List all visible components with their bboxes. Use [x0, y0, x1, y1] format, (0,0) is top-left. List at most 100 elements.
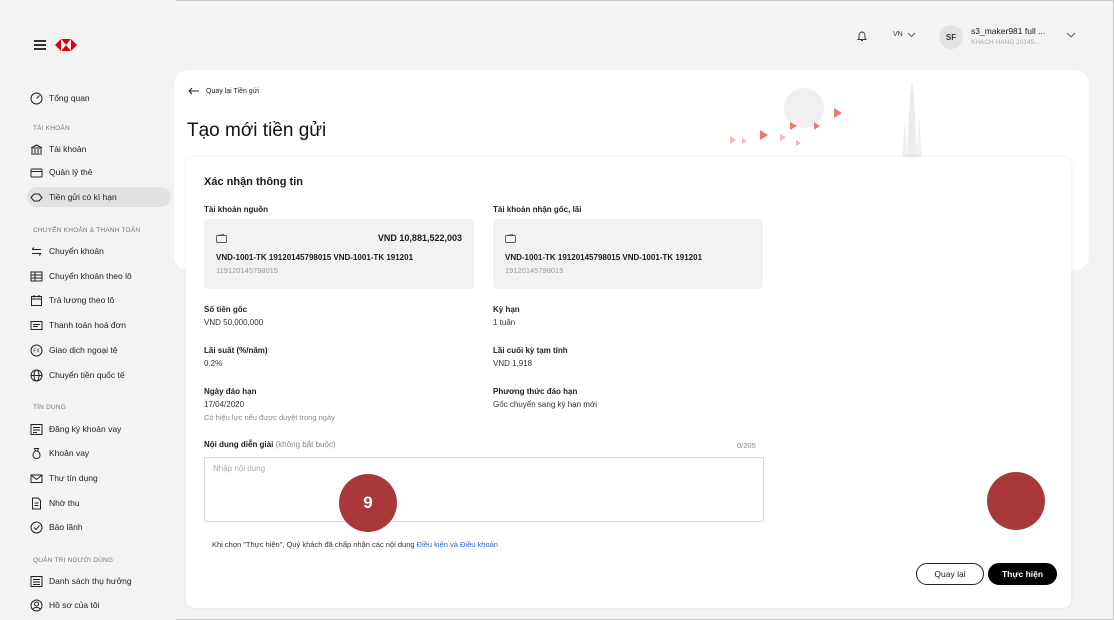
section-label-admin: QUẢN TRỊ NGƯỜI DÙNG — [33, 557, 114, 564]
sidebar-item-letter-credit[interactable]: Thư tín dụng — [30, 468, 98, 488]
terms-note-text: Khi chọn "Thực hiện", Quý khách đã chấp … — [212, 540, 415, 549]
terms-note: Khi chọn "Thực hiện", Quý khách đã chấp … — [212, 540, 498, 549]
avatar[interactable]: SF — [939, 25, 963, 49]
user-circle-icon — [30, 599, 43, 612]
bank-logo — [55, 39, 77, 51]
description-label: Nội dung diễn giải (không bắt buộc) — [204, 440, 336, 449]
svg-text:FX: FX — [33, 348, 40, 354]
dashboard-icon — [30, 92, 43, 105]
description-optional: (không bắt buộc) — [275, 440, 336, 449]
sidebar-item-label: Chuyển tiền quốc tế — [49, 370, 125, 380]
interest-rate-label: Lãi suất (%/năm) — [204, 346, 268, 355]
page-title: Tạo mới tiền gửi — [187, 120, 327, 141]
source-account-name: VND-1001-TK 19120145798015 VND-1001-TK 1… — [216, 253, 414, 262]
sidebar-item-guarantee[interactable]: Bảo lãnh — [30, 517, 83, 537]
description-input[interactable] — [204, 457, 764, 522]
receive-account-number: 19120145798015 — [505, 266, 564, 275]
description-label-text: Nội dung diễn giải — [204, 440, 274, 449]
maturity-method-label: Phương thức đáo hạn — [493, 387, 578, 396]
source-account-box: VND 10,881,522,003 VND-1001-TK 191201457… — [204, 219, 474, 289]
sidebar-item-profile[interactable]: Hồ sơ của tôi — [30, 595, 99, 615]
sidebar-item-overview[interactable]: Tổng quan — [30, 88, 90, 108]
maturity-date-note: Có hiệu lực nếu được duyệt trong ngày — [204, 413, 335, 422]
language-selector[interactable]: VN — [893, 31, 916, 38]
calendar-icon — [30, 294, 43, 307]
bill-icon — [30, 319, 43, 332]
sidebar-item-label: Quản lý thẻ — [49, 167, 93, 177]
receive-account-box: VND-1001-TK 19120145798015 VND-1001-TK 1… — [493, 219, 763, 289]
sidebar-item-label: Bảo lãnh — [49, 522, 83, 532]
sidebar-item-label: Tài khoản — [49, 144, 87, 154]
sidebar-item-cards[interactable]: Quản lý thẻ — [30, 162, 92, 182]
terms-link[interactable]: Điều kiện và Điều khoản — [417, 540, 498, 549]
sidebar-item-label: Chuyển khoản theo lô — [49, 271, 132, 281]
term-value: 1 tuần — [493, 318, 516, 327]
list-icon — [30, 575, 43, 588]
globe-icon — [30, 369, 43, 382]
bell-icon[interactable] — [856, 30, 868, 42]
step-number-badge: 9 — [339, 474, 397, 532]
wallet-icon — [216, 234, 227, 243]
language-value: VN — [893, 31, 903, 38]
interest-rate-value: 0.2% — [204, 359, 223, 368]
source-balance: VND 10,881,522,003 — [377, 233, 462, 243]
section-label-credit: TÍN DỤNG — [33, 404, 67, 411]
sidebar-item-loan-register[interactable]: Đăng ký khoản vay — [30, 419, 121, 439]
bank-icon — [30, 143, 43, 156]
user-name[interactable]: s3_maker981 full ... — [971, 26, 1045, 36]
principal-value: VND 50,000,000 — [204, 318, 264, 327]
sidebar-item-fx[interactable]: FX Giao dịch ngoại tệ — [30, 340, 118, 360]
sidebar-item-label: Thư tín dụng — [49, 473, 98, 483]
submit-button[interactable]: Thực hiện — [988, 563, 1057, 585]
sidebar-item-batch-transfer[interactable]: Chuyển khoản theo lô — [30, 266, 132, 286]
back-link-label: Quay lại Tiền gửi — [206, 87, 259, 95]
form-icon — [30, 423, 43, 436]
sidebar-item-payroll[interactable]: Trả lương theo lô — [30, 290, 114, 310]
wallet-icon — [505, 234, 516, 243]
decorative-skyline-illustration — [730, 80, 922, 160]
sidebar-item-collection[interactable]: Nhờ thu — [30, 493, 80, 513]
estimated-interest-label: Lãi cuối kỳ tạm tính — [493, 346, 568, 355]
section-label-transfer: CHUYỂN KHOẢN & THANH TOÁN — [33, 227, 141, 234]
sidebar-item-label: Khoản vay — [49, 448, 90, 458]
check-circle-icon — [30, 521, 43, 534]
chevron-down-icon — [907, 32, 916, 37]
back-button[interactable]: Quay lại — [916, 563, 984, 585]
sidebar-item-label: Hồ sơ của tôi — [49, 600, 100, 610]
transfer-arrows-icon — [30, 245, 43, 258]
sidebar-item-accounts[interactable]: Tài khoản — [30, 139, 86, 159]
form-title: Xác nhận thông tin — [204, 176, 303, 188]
sidebar-item-label: Nhờ thu — [49, 498, 80, 508]
sidebar-item-deposits[interactable]: Tiền gửi có kì hạn — [27, 187, 171, 207]
card-icon — [30, 166, 43, 179]
sidebar-item-label: Thanh toán hoá đơn — [49, 320, 126, 330]
envelope-icon — [30, 472, 43, 485]
receive-account-label: Tài khoản nhận gốc, lãi — [493, 205, 582, 214]
sidebar-item-loans[interactable]: Khoản vay — [30, 443, 89, 463]
sidebar-item-bill-pay[interactable]: Thanh toán hoá đơn — [30, 315, 126, 335]
sidebar-item-intl-transfer[interactable]: Chuyển tiền quốc tế — [30, 365, 125, 385]
sidebar-item-label: Danh sách thụ hưởng — [49, 576, 132, 586]
source-account-number: 119120145798015 — [216, 266, 279, 275]
click-marker — [987, 472, 1045, 530]
document-icon — [30, 497, 43, 510]
hamburger-menu-icon[interactable] — [34, 40, 46, 50]
sidebar-item-label: Giao dịch ngoại tệ — [49, 345, 118, 355]
sidebar-item-label: Đăng ký khoản vay — [49, 424, 122, 434]
maturity-date-label: Ngày đáo hạn — [204, 387, 257, 396]
principal-label: Số tiền gốc — [204, 305, 248, 314]
back-to-deposits-link[interactable]: Quay lại Tiền gửi — [188, 87, 259, 95]
sidebar-item-label: Tiền gửi có kì hạn — [49, 192, 117, 202]
sidebar-item-label: Trả lương theo lô — [49, 295, 115, 305]
money-bag-icon — [30, 447, 43, 460]
maturity-method-value: Gốc chuyển sang kỳ hạn mới — [493, 400, 597, 409]
chevron-down-icon[interactable] — [1066, 30, 1076, 40]
section-label-account: TÀI KHOẢN — [33, 125, 70, 132]
receive-account-name: VND-1001-TK 19120145798015 VND-1001-TK 1… — [505, 253, 703, 262]
sidebar-item-beneficiaries[interactable]: Danh sách thụ hưởng — [30, 571, 132, 591]
arrow-left-icon — [188, 87, 199, 95]
user-company: KHACH HANG 20145... — [971, 39, 1040, 46]
maturity-date-value: 17/04/2020 — [204, 400, 245, 409]
fx-icon: FX — [30, 344, 43, 357]
sidebar-item-transfer[interactable]: Chuyển khoản — [30, 241, 104, 261]
